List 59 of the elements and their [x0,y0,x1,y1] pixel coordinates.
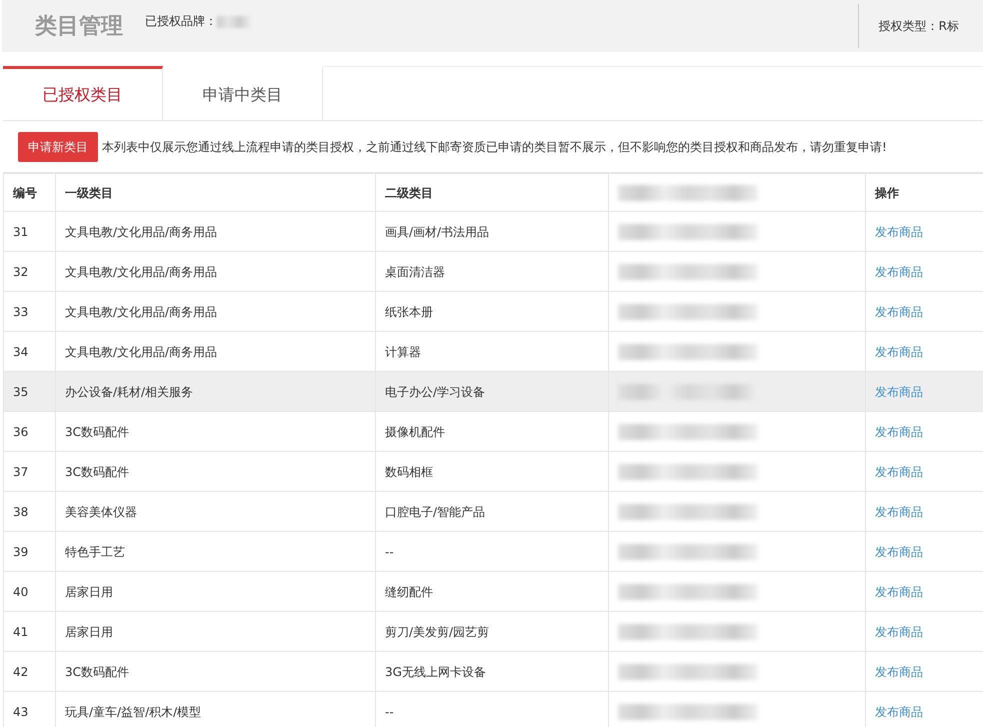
table-cell: 31 [4,212,56,252]
table-cell: 3C数码配件 [56,652,376,692]
table-cell: 40 [4,572,56,612]
publish-link[interactable]: 发布商品 [875,504,923,518]
table-cell: 数码相框 [376,452,608,492]
table-cell: 3C数码配件 [56,412,376,452]
publish-link[interactable]: 发布商品 [875,624,923,638]
table-cell: 画具/画材/书法用品 [376,212,608,252]
publish-link[interactable]: 发布商品 [875,464,923,478]
publish-link[interactable]: 发布商品 [875,584,923,598]
column-header: 二级类目 [376,174,608,212]
auth-type-label: 授权类型：R标 [878,18,959,35]
tab[interactable]: 申请中类目 [163,66,323,120]
blurred-block [217,16,251,28]
table-cell: 文具电教/文化用品/商务用品 [56,252,376,292]
table-cell: 33 [4,292,56,332]
table-cell: 摄像机配件 [376,412,608,452]
table-cell: 41 [4,612,56,652]
page-title: 类目管理 [35,12,123,40]
table-cell: 美容美体仪器 [56,492,376,532]
table-cell: 35 [4,372,56,412]
table-cell: 特色手工艺 [56,532,376,572]
table-cell: 剪刀/美发剪/园艺剪 [376,612,608,652]
notice-text: 本列表中仅展示您通过线上流程申请的类目授权，之前通过线下邮寄资质已申请的类目暂不展示，但不影响您的类目授权和商品发布，请勿重复申请! [102,139,887,156]
table-cell: 36 [4,412,56,452]
table-cell: 居家日用 [56,612,376,652]
table-cell: 38 [4,492,56,532]
table-cell: 42 [4,652,56,692]
publish-link[interactable]: 发布商品 [875,424,923,438]
publish-link[interactable]: 发布商品 [875,664,923,678]
table-cell: 桌面清洁器 [376,252,608,292]
table-cell: 口腔电子/智能产品 [376,492,608,532]
publish-link[interactable]: 发布商品 [875,544,923,558]
publish-link[interactable]: 发布商品 [875,264,923,278]
publish-link[interactable]: 发布商品 [875,224,923,238]
table-cell: 37 [4,452,56,492]
tab[interactable]: 已授权类目 [3,66,163,120]
brand-label: 已授权品牌： [145,14,217,28]
publish-link[interactable]: 发布商品 [875,704,923,718]
column-header: 一级类目 [56,174,376,212]
table-cell: 32 [4,252,56,292]
apply-button[interactable]: 申请新类目 [18,132,98,162]
publish-link[interactable]: 发布商品 [875,304,923,318]
table-cell: 3G无线上网卡设备 [376,652,608,692]
column-header: 编号 [4,174,56,212]
table-cell: 文具电教/文化用品/商务用品 [56,292,376,332]
table-cell: 39 [4,532,56,572]
table-cell: 3C数码配件 [56,452,376,492]
table-cell: 电子办公/学习设备 [376,372,608,412]
column-header: 操作 [866,174,983,212]
table-cell: 纸张本册 [376,292,608,332]
table-cell: 居家日用 [56,572,376,612]
table-cell: 缝纫配件 [376,572,608,612]
table-cell: 办公设备/耗材/相关服务 [56,372,376,412]
table-cell: -- [376,532,608,572]
publish-link[interactable]: 发布商品 [875,344,923,358]
table-cell: 43 [4,692,56,727]
publish-link[interactable]: 发布商品 [875,384,923,398]
table-cell: 文具电教/文化用品/商务用品 [56,212,376,252]
